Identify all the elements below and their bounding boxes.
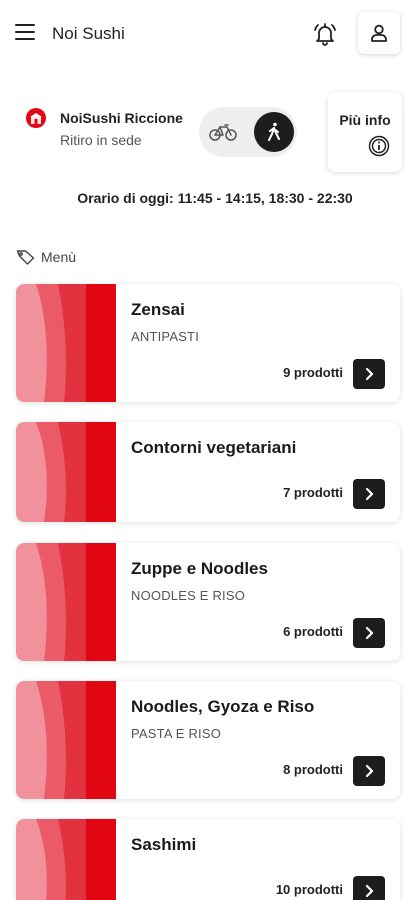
- delivery-mode-toggle: [199, 107, 297, 157]
- opening-hours: Orario di oggi: 11:45 - 14:15, 18:30 - 2…: [77, 190, 353, 206]
- category-image: [16, 543, 116, 661]
- category-title: Contorni vegetariani: [131, 438, 297, 457]
- product-count: 10 prodotti: [275, 882, 343, 897]
- walking-person-icon[interactable]: [254, 112, 294, 152]
- user-icon: [371, 24, 387, 42]
- product-count: 8 prodotti: [283, 762, 343, 777]
- store-mode: Ritiro in sede: [60, 132, 142, 148]
- store-name: NoiSushi Riccione: [60, 110, 183, 126]
- profile-button[interactable]: [358, 12, 400, 54]
- bicycle-icon[interactable]: [207, 117, 239, 147]
- category-subtitle: PASTA E RISO: [131, 726, 222, 741]
- more-info-label: Più info: [339, 112, 391, 128]
- category-card-zuppe-e-noodles[interactable]: Zuppe e Noodles NOODLES E RISO 6 prodott…: [16, 543, 400, 661]
- product-count: 9 prodotti: [283, 365, 343, 380]
- category-image: [16, 284, 116, 402]
- menu-heading-label: Menù: [41, 249, 77, 265]
- app-title: Noi Sushi: [52, 24, 125, 43]
- menu-heading: Menù: [16, 247, 76, 267]
- category-subtitle: NOODLES E RISO: [131, 588, 246, 603]
- tag-icon: [16, 250, 35, 265]
- category-image: [16, 681, 116, 799]
- product-count: 7 prodotti: [283, 485, 343, 500]
- product-count: 6 prodotti: [283, 624, 343, 639]
- chevron-right-icon[interactable]: [353, 479, 385, 509]
- chevron-right-icon[interactable]: [353, 876, 385, 900]
- category-card-noodles-gyoza-e-riso[interactable]: Noodles, Gyoza e Riso PASTA E RISO 8 pro…: [16, 681, 400, 799]
- store-icon: [25, 107, 47, 129]
- notification-bell-icon[interactable]: [311, 20, 339, 48]
- hamburger-menu-icon[interactable]: [15, 24, 35, 40]
- category-title: Sashimi: [131, 835, 197, 854]
- category-subtitle: ANTIPASTI: [131, 329, 200, 344]
- category-image: [16, 819, 116, 900]
- category-card-sashimi[interactable]: Sashimi 10 prodotti: [16, 819, 400, 900]
- category-title: Noodles, Gyoza e Riso: [131, 697, 315, 716]
- category-title: Zuppe e Noodles: [131, 559, 268, 578]
- more-info-button[interactable]: Più info: [328, 92, 402, 172]
- category-image: [16, 422, 116, 522]
- category-title: Zensai: [131, 300, 185, 319]
- app-header: Noi Sushi: [0, 0, 415, 66]
- category-card-contorni-vegetariani[interactable]: Contorni vegetariani 7 prodotti: [16, 422, 400, 522]
- chevron-right-icon[interactable]: [353, 756, 385, 786]
- category-card-zensai[interactable]: Zensai ANTIPASTI 9 prodotti: [16, 284, 400, 402]
- chevron-right-icon[interactable]: [353, 359, 385, 389]
- chevron-right-icon[interactable]: [353, 618, 385, 648]
- info-icon: [368, 135, 390, 157]
